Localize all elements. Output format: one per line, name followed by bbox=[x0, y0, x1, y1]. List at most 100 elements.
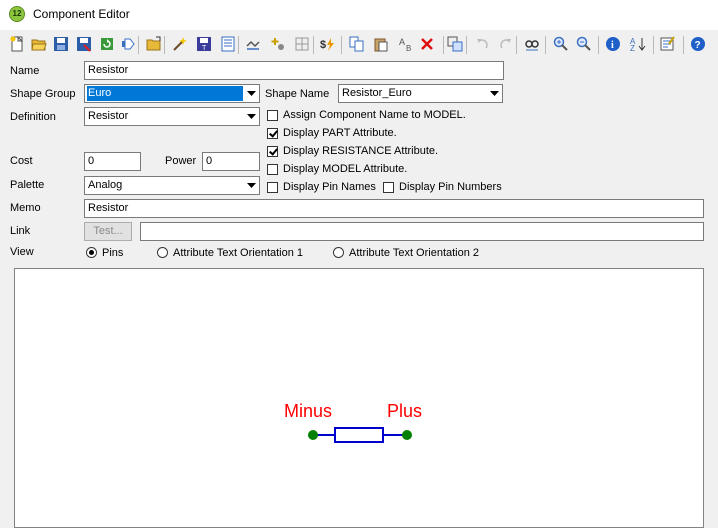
cost-input[interactable]: 0 bbox=[84, 152, 141, 171]
pins-radio-label: Pins bbox=[102, 247, 124, 259]
display-pin-numbers-label: Display Pin Numbers bbox=[399, 181, 502, 193]
toolbar-separator bbox=[466, 36, 467, 54]
display-part-checkbox[interactable] bbox=[267, 128, 278, 139]
shape-canvas[interactable]: Minus Plus bbox=[14, 268, 704, 528]
new-icon[interactable] bbox=[9, 36, 25, 52]
name-input[interactable]: Resistor bbox=[84, 61, 504, 80]
shape-group-value: Euro bbox=[87, 86, 243, 101]
svg-text:Z: Z bbox=[630, 44, 635, 52]
shape-group-label: Shape Group bbox=[10, 88, 76, 100]
copy-icon[interactable] bbox=[349, 36, 365, 52]
cost-label: Cost bbox=[10, 155, 33, 167]
redo-icon[interactable] bbox=[498, 36, 514, 52]
shape-group-select[interactable]: Euro bbox=[84, 84, 260, 103]
shape-name-value: Resistor_Euro bbox=[342, 87, 412, 99]
display-resistance-label: Display RESISTANCE Attribute. bbox=[283, 145, 439, 157]
properties-icon[interactable] bbox=[660, 36, 676, 52]
window-title: Component Editor bbox=[33, 7, 130, 21]
pin-dot-minus[interactable] bbox=[308, 430, 318, 440]
pin-label-plus[interactable]: Plus bbox=[387, 401, 422, 422]
plus-icon[interactable] bbox=[270, 36, 286, 52]
save-alt-icon[interactable]: T bbox=[196, 36, 212, 52]
power-input[interactable]: 0 bbox=[202, 152, 260, 171]
help-icon[interactable]: ? bbox=[690, 36, 706, 52]
display-model-checkbox[interactable] bbox=[267, 164, 278, 175]
pins-radio[interactable] bbox=[86, 247, 97, 258]
link-input[interactable] bbox=[140, 222, 704, 241]
test-button[interactable]: Test... bbox=[84, 222, 132, 241]
toolbar-separator bbox=[138, 36, 139, 54]
grid-icon[interactable] bbox=[294, 36, 310, 52]
delete-icon[interactable] bbox=[419, 36, 435, 52]
orientation-1-radio[interactable] bbox=[157, 247, 168, 258]
zoom-out-icon[interactable] bbox=[576, 36, 592, 52]
toolbar-separator bbox=[238, 36, 239, 54]
display-pin-names-checkbox[interactable] bbox=[267, 182, 278, 193]
display-pin-numbers-checkbox[interactable] bbox=[383, 182, 394, 193]
zoom-in-icon[interactable] bbox=[553, 36, 569, 52]
save-as-icon[interactable] bbox=[76, 36, 92, 52]
resistor-body[interactable] bbox=[334, 427, 384, 443]
assign-name-label: Assign Component Name to MODEL. bbox=[283, 109, 466, 121]
power-label: Power bbox=[165, 155, 197, 167]
toolbar-separator bbox=[653, 36, 654, 54]
palette-select[interactable]: Analog bbox=[84, 176, 260, 195]
view-label: View bbox=[10, 246, 34, 258]
svg-text:T: T bbox=[202, 45, 207, 52]
toolbar-separator bbox=[598, 36, 599, 54]
toolbar-separator bbox=[341, 36, 342, 54]
name-label: Name bbox=[10, 65, 40, 77]
definition-value: Resistor bbox=[88, 110, 129, 122]
group-icon[interactable] bbox=[447, 36, 463, 52]
memo-input[interactable]: Resistor bbox=[84, 199, 704, 218]
svg-text:i: i bbox=[611, 40, 614, 51]
save-icon[interactable] bbox=[53, 36, 69, 52]
toolbar-separator bbox=[545, 36, 546, 54]
bolt-icon[interactable]: $ bbox=[320, 36, 336, 52]
assign-name-checkbox[interactable] bbox=[267, 110, 278, 121]
chevron-down-icon[interactable] bbox=[244, 85, 259, 102]
undo-icon[interactable] bbox=[474, 36, 490, 52]
chevron-down-icon[interactable] bbox=[244, 177, 259, 194]
chevron-down-icon[interactable] bbox=[244, 108, 259, 125]
definition-label: Definition bbox=[10, 111, 56, 123]
display-resistance-checkbox[interactable] bbox=[267, 146, 278, 157]
palette-label: Palette bbox=[10, 179, 45, 191]
find-icon[interactable] bbox=[524, 36, 540, 52]
shape-name-select[interactable]: Resistor_Euro bbox=[338, 84, 503, 103]
svg-text:B: B bbox=[406, 44, 411, 52]
shape-icon[interactable] bbox=[245, 36, 261, 52]
pin-dot-plus[interactable] bbox=[402, 430, 412, 440]
orientation-1-label: Attribute Text Orientation 1 bbox=[173, 247, 304, 259]
palette-value: Analog bbox=[88, 179, 123, 191]
display-model-label: Display MODEL Attribute. bbox=[283, 163, 408, 175]
toolbar-separator bbox=[683, 36, 684, 54]
memo-label: Memo bbox=[10, 202, 41, 214]
display-part-label: Display PART Attribute. bbox=[283, 127, 397, 139]
orientation-2-radio[interactable] bbox=[333, 247, 344, 258]
app-icon: 12 bbox=[9, 6, 25, 22]
pin-label-minus[interactable]: Minus bbox=[284, 401, 332, 422]
display-pin-names-label: Display Pin Names bbox=[283, 181, 376, 193]
svg-text:?: ? bbox=[695, 40, 701, 51]
link-label: Link bbox=[10, 225, 31, 237]
sort-icon[interactable]: AZ bbox=[630, 36, 646, 52]
definition-select[interactable]: Resistor bbox=[84, 107, 260, 126]
chevron-down-icon[interactable] bbox=[487, 85, 502, 102]
wand-icon[interactable] bbox=[172, 36, 188, 52]
info-icon[interactable]: i bbox=[605, 36, 621, 52]
pin-icon[interactable] bbox=[121, 36, 137, 52]
toolbar-separator bbox=[313, 36, 314, 54]
refresh-icon[interactable] bbox=[99, 36, 115, 52]
toolbar-separator bbox=[164, 36, 165, 54]
orientation-2-label: Attribute Text Orientation 2 bbox=[349, 247, 480, 259]
paste-icon[interactable] bbox=[373, 36, 389, 52]
folder-icon[interactable] bbox=[146, 36, 162, 52]
open-icon[interactable] bbox=[31, 36, 47, 52]
svg-text:A: A bbox=[399, 37, 405, 47]
list-icon[interactable] bbox=[220, 36, 236, 52]
toolbar-separator bbox=[443, 36, 444, 54]
resistor-symbol[interactable] bbox=[303, 424, 418, 446]
toolbar-separator bbox=[516, 36, 517, 54]
text-icon[interactable]: AB bbox=[398, 36, 414, 52]
